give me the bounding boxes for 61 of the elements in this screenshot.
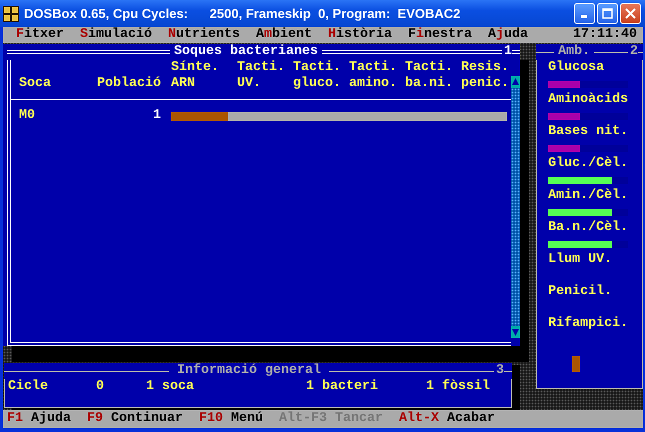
info-text: 1 soca <box>146 379 195 396</box>
column-header: Tacti. gluco. <box>293 60 342 92</box>
shortcut-item[interactable]: F10 Menú <box>198 411 263 427</box>
column-header: Tacti. ba.ni. <box>405 60 454 92</box>
environment-label: Llum UV. <box>548 252 614 268</box>
column-header: Tacti. amino. <box>349 60 398 92</box>
scroll-up-icon[interactable] <box>511 76 520 88</box>
shortcut-label: Ajuda <box>31 411 71 427</box>
info-text: Cicle <box>8 379 49 396</box>
window-title: Informació general <box>176 363 322 379</box>
scrollbar[interactable] <box>511 76 520 338</box>
shortcut-key: F9 <box>87 411 103 427</box>
environment-label: Ba.n./Cèl. <box>548 220 630 236</box>
minimize-button[interactable] <box>574 3 595 24</box>
clock: 17:11:40 <box>573 27 637 43</box>
shortcut-item[interactable]: F9 Continuar <box>87 411 183 427</box>
app-icon <box>3 6 19 22</box>
window-number: 3 <box>495 363 504 379</box>
environment-label: Bases nit. <box>548 124 630 140</box>
window-number: 2 <box>629 44 638 60</box>
column-header: Soca <box>19 76 52 92</box>
shortcut-label: Continuar <box>111 411 183 427</box>
environment-label: Amin./Cèl. <box>548 188 630 204</box>
environment-label: Aminoàcids <box>548 92 630 108</box>
menu-item[interactable]: Ajuda <box>488 27 528 43</box>
scroll-down-icon[interactable] <box>511 326 520 338</box>
menu-item[interactable]: Simulació <box>80 27 152 43</box>
maximize-button[interactable] <box>597 3 618 24</box>
shortcut-key: F10 <box>198 411 223 427</box>
column-header: Resis. penic. <box>461 60 510 92</box>
window-title: Amb. <box>557 44 592 60</box>
column-header: Tacti. UV. <box>237 60 286 92</box>
environment-label: Penicil. <box>548 284 614 300</box>
close-button[interactable] <box>620 3 641 24</box>
maximize-icon <box>602 8 613 19</box>
shortcut-item[interactable]: Alt-X Acabar <box>398 411 495 427</box>
close-icon <box>625 8 636 19</box>
column-header: Sínte. ARN <box>170 60 220 92</box>
menu-item[interactable]: Nutrients <box>168 27 240 43</box>
menu-item[interactable]: Ambient <box>256 27 312 43</box>
shortcut-key: F1 <box>7 411 23 427</box>
shortcut-item[interactable]: F1 Ajuda <box>7 411 71 427</box>
population-value: 1 <box>152 108 161 124</box>
environment-label: Gluc./Cèl. <box>548 156 630 172</box>
shortcut-label: Acabar <box>446 411 495 427</box>
info-text: 0 <box>96 379 105 396</box>
info-text: 1 fòssil <box>426 379 491 396</box>
window-number: 1 <box>503 44 512 60</box>
strain-name: M0 <box>19 108 36 124</box>
menu-item[interactable]: Fitxer <box>16 27 64 43</box>
menu-item[interactable]: Història <box>328 27 392 43</box>
window-title: DOSBox 0.65, Cpu Cycles: 2500, Frameskip 0, Program: EVOBAC2 <box>24 6 462 21</box>
menu-item[interactable]: Finestra <box>408 27 472 43</box>
window-title: Soques bacterianes <box>173 44 319 60</box>
shortcut-key: Alt-X <box>398 411 439 427</box>
environment-label: Rifampici. <box>548 316 630 332</box>
environment-label: Glucosa <box>548 60 606 76</box>
cursor-block <box>572 356 580 372</box>
info-text: 1 bacteri <box>306 379 379 396</box>
shortcut-label: Menú <box>230 411 263 427</box>
column-header: Població <box>96 76 161 92</box>
